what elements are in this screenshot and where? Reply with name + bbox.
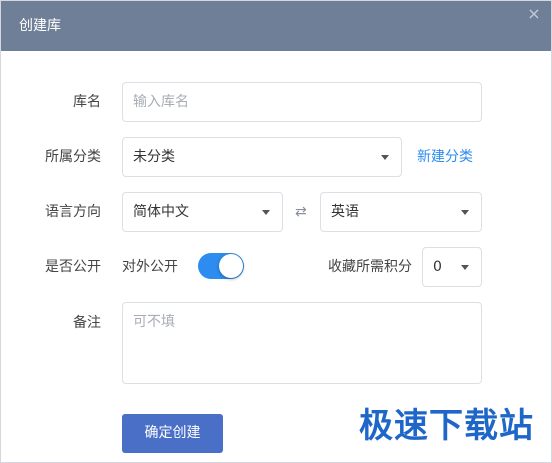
points-value: 0 — [433, 259, 442, 275]
points-select[interactable]: 0 — [422, 247, 482, 287]
confirm-create-button[interactable]: 确定创建 — [122, 414, 223, 453]
new-category-link[interactable]: 新建分类 — [417, 147, 473, 167]
category-value: 未分类 — [133, 149, 175, 165]
target-language-value: 英语 — [331, 204, 359, 220]
source-language-value: 简体中文 — [133, 204, 189, 220]
points-label: 收藏所需积分 — [328, 259, 412, 275]
create-library-dialog: 创建库 × 库名 输入库名 所属分类 未分类 新建分类 语言方向 简体中文 ⇄ … — [0, 0, 552, 463]
chevron-down-icon — [262, 210, 270, 215]
swap-icon[interactable]: ⇄ — [295, 202, 307, 222]
public-toggle-label: 对外公开 — [122, 259, 178, 275]
note-textarea[interactable]: 可不填 — [122, 302, 482, 384]
chevron-down-icon — [381, 155, 389, 160]
note-placeholder: 可不填 — [133, 314, 175, 330]
public-label: 是否公开 — [45, 259, 101, 275]
language-label: 语言方向 — [45, 204, 101, 220]
name-input[interactable]: 输入库名 — [122, 82, 482, 122]
target-language-select[interactable]: 英语 — [320, 192, 482, 232]
category-select[interactable]: 未分类 — [122, 137, 402, 177]
note-label: 备注 — [73, 315, 101, 331]
dialog-header: 创建库 — [1, 1, 551, 51]
dialog-title: 创建库 — [19, 18, 61, 34]
close-icon[interactable]: × — [525, 5, 543, 23]
public-toggle[interactable] — [198, 253, 244, 279]
name-placeholder: 输入库名 — [133, 94, 189, 110]
watermark-logo: 极速下载站 — [359, 406, 534, 446]
toggle-knob — [219, 254, 243, 278]
source-language-select[interactable]: 简体中文 — [122, 192, 283, 232]
name-label: 库名 — [73, 94, 101, 110]
chevron-down-icon — [461, 210, 469, 215]
chevron-down-icon — [461, 265, 469, 270]
category-label: 所属分类 — [45, 149, 101, 165]
